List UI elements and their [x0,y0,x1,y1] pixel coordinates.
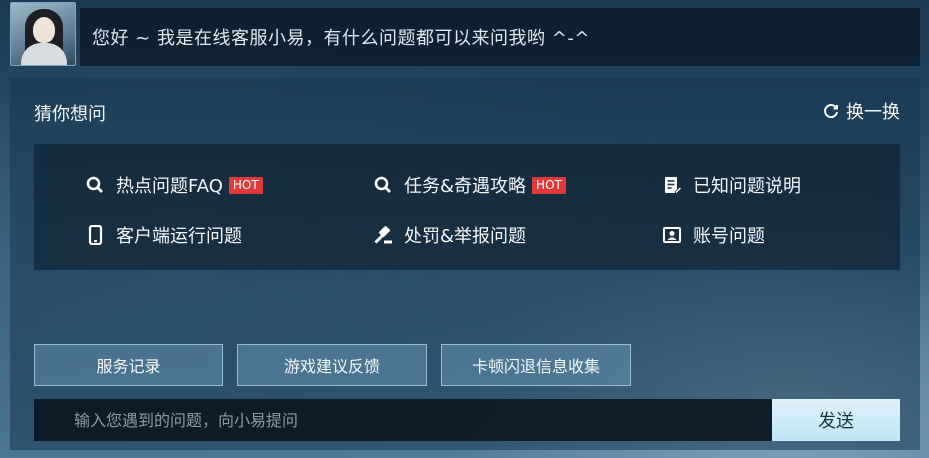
question-input-bar: 发送 [34,399,900,441]
document-edit-icon [661,174,683,196]
lag-report-button[interactable]: 卡顿闪退信息收集 [441,344,631,386]
faq-item-hot-faq[interactable]: 热点问题FAQ HOT [84,172,263,198]
search-icon [372,174,394,196]
gavel-icon [372,224,394,246]
hot-badge: HOT [228,176,263,194]
faq-item-quest-guide[interactable]: 任务&奇遇攻略 HOT [372,172,566,198]
search-icon [84,174,106,196]
feedback-button[interactable]: 游戏建议反馈 [237,344,427,386]
faq-item-account-issues[interactable]: 账号问题 [661,222,765,248]
refresh-label: 换一换 [846,102,900,123]
faq-item-label: 处罚&举报问题 [404,226,527,247]
faq-item-known-issues[interactable]: 已知问题说明 [661,172,801,198]
faq-item-penalty-report[interactable]: 处罚&举报问题 [372,222,526,248]
faq-item-label: 热点问题FAQ [116,176,223,197]
avatar-face [33,17,55,43]
faq-item-label: 已知问题说明 [693,176,801,197]
greeting-text: 您好 ~ 我是在线客服小易，有什么问题都可以来问我哟 ^-^ [92,28,590,49]
hot-badge: HOT [532,176,566,194]
service-record-button[interactable]: 服务记录 [34,344,223,386]
support-avatar [10,2,76,66]
panel-title: 猜你想问 [34,104,106,125]
refresh-icon [824,104,838,119]
send-button[interactable]: 发送 [772,399,900,441]
faq-panel: 猜你想问 换一换 热点问题FAQ HOT 任务&奇遇攻略 HOT 已知问题说明 … [10,78,920,450]
faq-item-label: 客户端运行问题 [116,226,242,247]
account-card-icon [661,224,683,246]
faq-grid: 热点问题FAQ HOT 任务&奇遇攻略 HOT 已知问题说明 客户端运行问题 处… [34,144,900,270]
faq-item-label: 任务&奇遇攻略 [404,176,527,197]
faq-item-client-issues[interactable]: 客户端运行问题 [84,222,242,248]
refresh-button[interactable]: 换一换 [822,98,900,124]
greeting-message: 您好 ~ 我是在线客服小易，有什么问题都可以来问我哟 ^-^ [80,8,920,66]
question-input[interactable] [34,399,772,441]
phone-icon [84,224,106,246]
faq-item-label: 账号问题 [693,226,765,247]
